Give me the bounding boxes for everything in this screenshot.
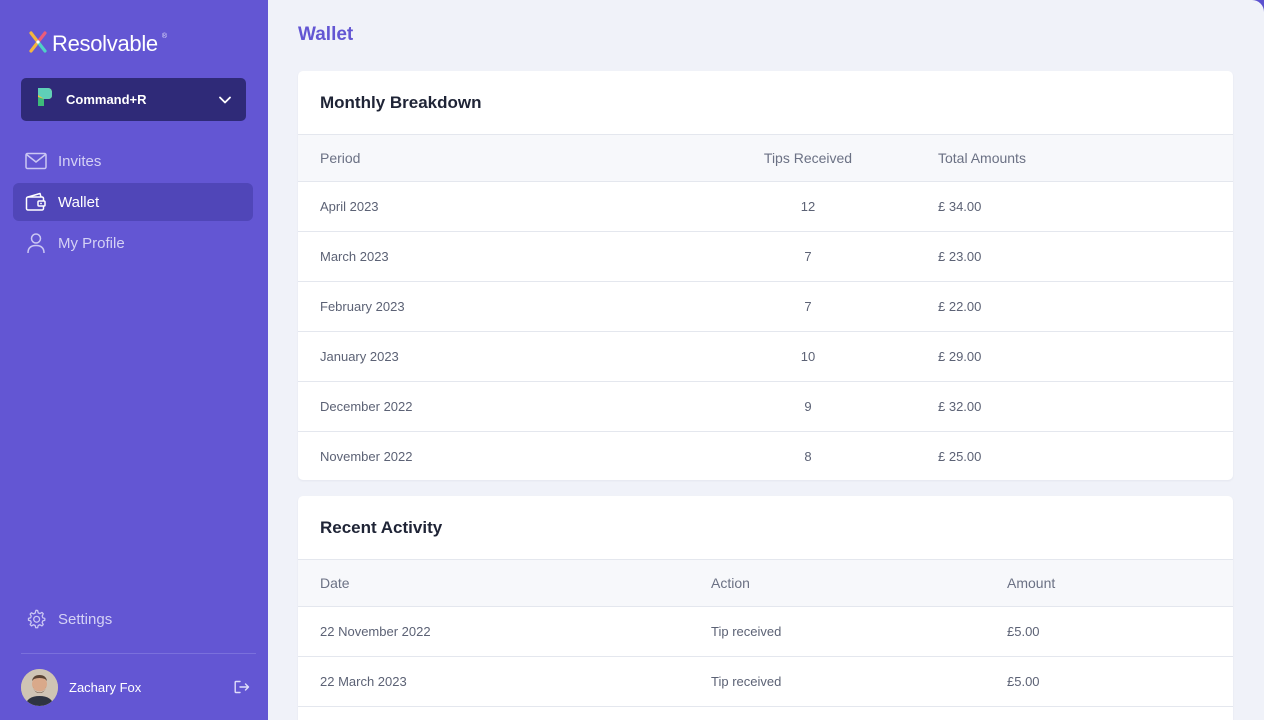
amount-cell: £5.00 bbox=[1007, 606, 1233, 657]
workspace-logo-icon bbox=[36, 86, 54, 113]
table-row[interactable]: April 2023 12 £ 34.00 bbox=[298, 181, 1233, 232]
period-cell: December 2022 bbox=[298, 381, 692, 432]
amount-cell: £ 29.00 bbox=[924, 331, 1233, 382]
sidebar-nav: Invites Wallet My Profile bbox=[13, 142, 253, 265]
brand-registered-mark: ® bbox=[161, 32, 168, 40]
brand-name: Resolvable bbox=[52, 31, 158, 56]
workspace-name: Command+R bbox=[66, 92, 147, 107]
table-row[interactable]: March 2023 7 £ 23.00 bbox=[298, 231, 1233, 282]
monthly-breakdown-title: Monthly Breakdown bbox=[298, 71, 1233, 135]
tips-cell: 9 bbox=[692, 381, 924, 432]
period-cell: April 2023 bbox=[298, 181, 692, 232]
column-header-amount[interactable]: Amount bbox=[1007, 560, 1233, 607]
sidebar-item-my-profile[interactable]: My Profile bbox=[13, 224, 253, 262]
tips-cell: 10 bbox=[692, 331, 924, 382]
amount-cell: £ 34.00 bbox=[924, 181, 1233, 232]
table-row[interactable]: 22 March 2023 Tip received £5.00 bbox=[298, 656, 1233, 707]
table-row[interactable]: February 2023 7 £ 22.00 bbox=[298, 281, 1233, 332]
main-content: Wallet Monthly Breakdown Period Tips Rec… bbox=[268, 0, 1264, 720]
page-title: Wallet bbox=[298, 24, 354, 45]
gear-icon bbox=[25, 608, 47, 630]
recent-activity-card: Recent Activity Date Action Amount 22 No… bbox=[298, 496, 1233, 720]
column-header-action[interactable]: Action bbox=[711, 560, 1007, 607]
logo-icon bbox=[28, 30, 48, 58]
period-cell: November 2022 bbox=[320, 448, 413, 464]
table-row[interactable]: December 2022 9 £ 32.00 bbox=[298, 381, 1233, 432]
chevron-down-icon[interactable] bbox=[219, 91, 231, 109]
tips-cell: 7 bbox=[692, 231, 924, 282]
date-cell bbox=[298, 706, 711, 720]
table-row[interactable]: 22 November 2022 Tip received £5.00 bbox=[298, 606, 1233, 657]
user-name: Zachary Fox bbox=[69, 679, 142, 695]
sidebar-item-wallet[interactable]: Wallet bbox=[13, 183, 253, 221]
workspace-switcher[interactable]: Command+R bbox=[21, 78, 246, 121]
sidebar-item-settings[interactable]: Settings bbox=[13, 600, 253, 638]
action-cell bbox=[711, 706, 1007, 720]
amount-cell bbox=[1007, 706, 1233, 720]
logout-icon[interactable] bbox=[233, 678, 251, 696]
recent-activity-title: Recent Activity bbox=[298, 496, 1233, 560]
period-cell: January 2023 bbox=[298, 331, 692, 382]
table-header-row: Date Action Amount bbox=[298, 560, 1233, 607]
amount-cell: £ 22.00 bbox=[924, 281, 1233, 332]
period-cell: February 2023 bbox=[298, 281, 692, 332]
sidebar-divider bbox=[21, 653, 256, 654]
table-row[interactable]: January 2023 10 £ 29.00 bbox=[298, 331, 1233, 382]
monthly-breakdown-card: Monthly Breakdown Period Tips Received T… bbox=[298, 71, 1233, 480]
date-cell: 22 March 2023 bbox=[298, 656, 711, 707]
tips-cell: 12 bbox=[692, 181, 924, 232]
amount-cell: £ 25.00 bbox=[938, 448, 982, 464]
mail-icon bbox=[25, 150, 47, 172]
wallet-icon bbox=[25, 191, 47, 213]
sidebar-item-invites[interactable]: Invites bbox=[13, 142, 253, 180]
brand-logo[interactable]: Resolvable ® bbox=[28, 30, 167, 58]
column-header-tips-received[interactable]: Tips Received bbox=[692, 135, 924, 182]
tips-cell: 7 bbox=[692, 281, 924, 332]
tips-cell: 8 bbox=[804, 448, 812, 464]
column-header-period[interactable]: Period bbox=[298, 135, 692, 182]
avatar[interactable] bbox=[21, 668, 58, 706]
column-header-date[interactable]: Date bbox=[298, 560, 711, 607]
sidebar-item-label: Invites bbox=[58, 152, 102, 170]
settings-label: Settings bbox=[58, 610, 113, 628]
monthly-breakdown-table: Period Tips Received Total Amounts April… bbox=[298, 135, 1233, 480]
sidebar-item-label: My Profile bbox=[58, 234, 125, 252]
user-icon bbox=[25, 232, 47, 254]
action-cell: Tip received bbox=[711, 606, 1007, 657]
amount-cell: £5.00 bbox=[1007, 656, 1233, 707]
table-header-row: Period Tips Received Total Amounts bbox=[298, 135, 1233, 182]
recent-activity-table: Date Action Amount 22 November 2022 Tip … bbox=[298, 560, 1233, 720]
table-row[interactable] bbox=[298, 706, 1233, 720]
sidebar-item-label: Wallet bbox=[58, 193, 100, 211]
column-header-total-amounts[interactable]: Total Amounts bbox=[924, 135, 1233, 182]
date-cell: 22 November 2022 bbox=[298, 606, 711, 657]
sidebar: Resolvable ® Command+R Invites Wallet My… bbox=[0, 0, 268, 720]
amount-cell: £ 32.00 bbox=[924, 381, 1233, 432]
period-cell: March 2023 bbox=[298, 231, 692, 282]
action-cell: Tip received bbox=[711, 656, 1007, 707]
user-profile: Zachary Fox bbox=[21, 668, 251, 706]
table-row[interactable]: November 2022 8 £ 25.00 bbox=[298, 431, 1233, 480]
amount-cell: £ 23.00 bbox=[924, 231, 1233, 282]
